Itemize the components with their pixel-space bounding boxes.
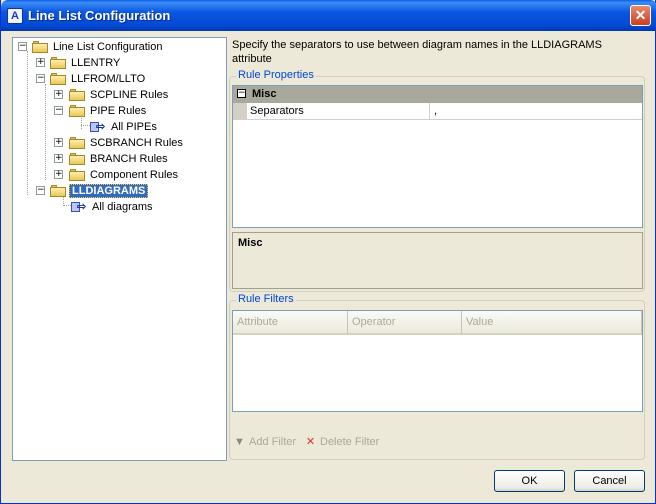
window-title: Line List Configuration: [28, 8, 171, 23]
folder-icon: [50, 57, 66, 69]
dialog-window: A Line List Configuration ✕ − Line List …: [0, 0, 656, 504]
cancel-button[interactable]: Cancel: [574, 470, 645, 492]
tree-node-label[interactable]: BRANCH Rules: [88, 152, 170, 166]
property-help-box: Misc: [232, 232, 643, 289]
tree-node-component[interactable]: + Component Rules: [13, 167, 223, 183]
property-name[interactable]: Separators: [247, 103, 430, 119]
tree-node-pipe[interactable]: − PIPE Rules: [13, 103, 223, 119]
tree-node-label[interactable]: LLFROM/LLTO: [69, 72, 147, 86]
tree-node-all-diagrams[interactable]: ⇨ All diagrams: [13, 199, 223, 215]
expand-icon[interactable]: +: [54, 170, 63, 179]
tree-node-label[interactable]: SCPLINE Rules: [88, 88, 170, 102]
add-filter-button[interactable]: ▼ Add Filter: [233, 433, 296, 451]
tree-node-label[interactable]: SCBRANCH Rules: [88, 136, 185, 150]
folder-icon: [32, 41, 48, 53]
rule-filters-title: Rule Filters: [236, 293, 296, 305]
tree-node-root[interactable]: − Line List Configuration: [13, 39, 223, 55]
property-value[interactable]: ,: [430, 103, 642, 119]
title-bar[interactable]: A Line List Configuration ✕: [1, 0, 656, 31]
collapse-icon[interactable]: −: [36, 186, 45, 195]
category-row[interactable]: − Misc: [233, 86, 642, 103]
column-header-operator[interactable]: Operator: [348, 311, 462, 335]
tree-node-lldiagrams[interactable]: − LLDIAGRAMS: [13, 183, 223, 199]
tree-node-label[interactable]: LLENTRY: [69, 56, 122, 70]
app-icon: A: [7, 8, 23, 24]
column-header-attribute[interactable]: Attribute: [233, 311, 348, 335]
folder-icon: [50, 185, 66, 197]
property-row[interactable]: Separators ,: [233, 103, 642, 120]
rule-properties-title: Rule Properties: [236, 69, 316, 81]
expand-icon[interactable]: +: [54, 90, 63, 99]
expand-icon[interactable]: +: [54, 138, 63, 147]
delete-filter-label: Delete Filter: [320, 436, 380, 448]
folder-icon: [69, 169, 85, 181]
tree-node-label[interactable]: Component Rules: [88, 168, 180, 182]
expand-icon[interactable]: +: [54, 154, 63, 163]
tree-node-all-pipes[interactable]: ⇨ All PIPEs: [13, 119, 223, 135]
help-title: Misc: [238, 237, 263, 249]
folder-icon: [69, 105, 85, 117]
rule-description: Specify the separators to use between di…: [232, 39, 602, 65]
ok-button[interactable]: OK: [494, 470, 565, 492]
folder-icon: [69, 137, 85, 149]
tree-node-llentry[interactable]: + LLENTRY: [13, 55, 223, 71]
expand-icon[interactable]: +: [36, 58, 45, 67]
collapse-icon[interactable]: −: [36, 74, 45, 83]
rule-icon: ⇨: [90, 121, 107, 133]
funnel-icon: ▼: [234, 436, 245, 448]
folder-icon: [69, 153, 85, 165]
delete-filter-button[interactable]: ✕ Delete Filter: [304, 433, 379, 451]
tree-node-label[interactable]: All diagrams: [90, 200, 155, 214]
filter-table[interactable]: Attribute Operator Value: [232, 310, 643, 412]
property-grid[interactable]: − Misc Separators ,: [232, 85, 643, 228]
tree-node-label-selected[interactable]: LLDIAGRAMS: [69, 184, 149, 198]
rules-tree[interactable]: − Line List Configuration + LLENTRY − LL…: [12, 37, 227, 461]
rule-icon: ⇨: [71, 201, 88, 213]
tree-node-label[interactable]: PIPE Rules: [88, 104, 148, 118]
collapse-icon[interactable]: −: [18, 42, 27, 51]
tree-node-label[interactable]: All PIPEs: [109, 120, 159, 134]
collapse-icon[interactable]: −: [54, 106, 63, 115]
tree-node-branch[interactable]: + BRANCH Rules: [13, 151, 223, 167]
tree-node-scbranch[interactable]: + SCBRANCH Rules: [13, 135, 223, 151]
collapse-icon[interactable]: −: [237, 89, 246, 98]
close-button[interactable]: ✕: [630, 5, 651, 26]
folder-icon: [69, 89, 85, 101]
column-header-value[interactable]: Value: [462, 311, 642, 335]
add-filter-label: Add Filter: [249, 436, 297, 448]
delete-x-icon: ✕: [305, 435, 316, 448]
tree-node-llfrom[interactable]: − LLFROM/LLTO: [13, 71, 223, 87]
tree-node-scpline[interactable]: + SCPLINE Rules: [13, 87, 223, 103]
tree-node-label[interactable]: Line List Configuration: [51, 40, 164, 54]
property-margin: [233, 103, 247, 119]
category-label: Misc: [252, 88, 277, 100]
folder-icon: [50, 73, 66, 85]
